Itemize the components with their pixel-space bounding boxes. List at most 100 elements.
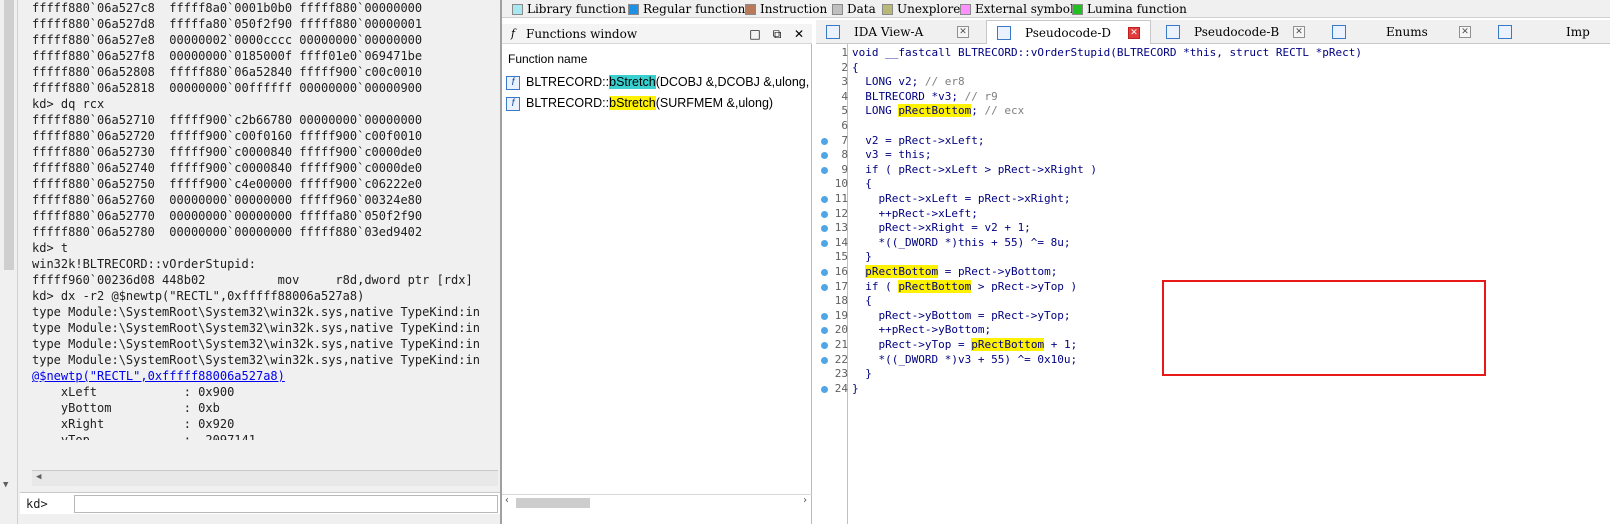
code-line[interactable]: 4 BLTRECORD *v3; // r9	[816, 90, 1610, 105]
breakpoint-dot-icon[interactable]	[821, 385, 828, 393]
breakpoint-dot-icon[interactable]	[821, 225, 828, 233]
breakpoint-dot-icon[interactable]	[821, 210, 828, 218]
legend-swatch	[512, 3, 523, 15]
function-prefix: BLTRECORD::	[526, 96, 610, 110]
tab-pseudocode-b[interactable]: Pseudocode-B ✕	[1156, 20, 1317, 44]
windbg-output-line: win32k!BLTRECORD::vOrderStupid:	[32, 257, 256, 271]
code-text: pRect->yTop = pRectBottom + 1;	[852, 338, 1078, 351]
tab-ida-view-a[interactable]: IDA View-A ✕	[816, 20, 981, 44]
tab-imp[interactable]: Imp	[1488, 20, 1610, 44]
windbg-command-bar: kd>	[20, 492, 500, 514]
breakpoint-dot-icon[interactable]	[821, 283, 828, 291]
function-suffix: (DCOBJ &,DCOBJ &,ulong,ulong	[655, 75, 810, 89]
windbg-link[interactable]: @$newtp("RECTL",0xfffff88006a527a8)	[32, 368, 498, 384]
code-line[interactable]: 2{	[816, 61, 1610, 76]
legend-item: Unexplored	[882, 0, 968, 18]
windbg-pane: ▼ fffff880`06a527c8 fffff8a0`0001b0b0 ff…	[0, 0, 500, 524]
line-number: 10	[834, 177, 848, 191]
code-line[interactable]: 3 LONG v2; // er8	[816, 75, 1610, 90]
code-line[interactable]: 24}	[816, 382, 1610, 397]
windbg-output-line: fffff880`06a527d8 fffffa80`050f2f90 ffff…	[32, 17, 423, 31]
windbg-output-line: type Module:\SystemRoot\System32\win32k.…	[32, 321, 480, 335]
legend-swatch	[628, 3, 639, 15]
code-line[interactable]: 8 v3 = this;	[816, 148, 1610, 163]
code-line[interactable]: 7 v2 = pRect->xLeft;	[816, 134, 1610, 149]
code-line[interactable]: 5 LONG pRectBottom; // ecx	[816, 104, 1610, 119]
legend-swatch	[1072, 3, 1083, 15]
tab-close-icon[interactable]: ✕	[1293, 26, 1305, 38]
scroll-thumb[interactable]	[516, 498, 590, 508]
tab-label: Enums	[1386, 25, 1428, 39]
column-header-function-name[interactable]: Function name	[508, 52, 587, 66]
highlighted-identifier[interactable]: pRectBottom	[865, 265, 939, 278]
highlighted-identifier[interactable]: pRectBottom	[898, 279, 972, 293]
code-line[interactable]: 11 pRect->xLeft = pRect->xRight;	[816, 192, 1610, 207]
tab-close-icon[interactable]: ✕	[957, 26, 969, 38]
code-line[interactable]: 16 pRectBottom = pRect->yBottom;	[816, 265, 1610, 280]
windbg-output-line: fffff880`06a527e8 00000002`0000cccc 0000…	[32, 33, 423, 47]
code-text: }	[852, 367, 872, 381]
line-number: 5	[841, 104, 848, 118]
function-row[interactable]: f BLTRECORD::bStretch(DCOBJ &,DCOBJ &,ulo…	[506, 72, 810, 92]
legend-item: Regular function	[628, 0, 745, 18]
scroll-right-arrow-icon[interactable]: ›	[802, 495, 808, 506]
windbg-output-line: fffff880`06a52730 fffff900`c0000840 ffff…	[32, 145, 423, 159]
windbg-horizontal-scrollbar[interactable]: ◀	[32, 470, 498, 486]
windbg-output-line: kd> dq rcx	[32, 97, 105, 111]
code-text: void __fastcall BLTRECORD::vOrderStupid(…	[852, 46, 1362, 59]
maximize-icon[interactable]: □	[748, 24, 762, 44]
line-number: 13	[834, 221, 848, 235]
pseudocode-view[interactable]: 1 void __fastcall BLTRECORD::vOrderStupid…	[816, 44, 1610, 524]
windbg-output-line: fffff880`06a52750 fffff900`c4e00000 ffff…	[32, 177, 423, 191]
code-text: ++pRect->xLeft;	[852, 206, 978, 220]
highlighted-identifier[interactable]: pRectBottom	[898, 104, 972, 118]
breakpoint-dot-icon[interactable]	[821, 269, 828, 276]
function-icon: f	[510, 27, 516, 40]
legend-label: Regular function	[643, 2, 746, 16]
code-line[interactable]: 6	[816, 119, 1610, 134]
tab-view-icon	[997, 26, 1011, 40]
breakpoint-dot-icon[interactable]	[821, 166, 828, 174]
tab-pseudocode-d[interactable]: Pseudocode-D ✕	[986, 20, 1151, 44]
scroll-down-arrow-icon[interactable]: ▼	[3, 480, 8, 490]
windbg-output-line: kd> t	[32, 241, 69, 255]
scroll-left-arrow-icon[interactable]: ◀	[36, 472, 41, 482]
breakpoint-dot-icon[interactable]	[821, 239, 828, 247]
line-number: 14	[834, 235, 848, 249]
breakpoint-dot-icon[interactable]	[821, 137, 828, 145]
functions-horizontal-scrollbar[interactable]: ‹ ›	[502, 494, 812, 510]
command-input[interactable]	[74, 495, 498, 513]
restore-icon[interactable]: ⧉	[770, 24, 784, 44]
function-row[interactable]: f BLTRECORD::bStretch(SURFMEM &,ulong)	[506, 93, 810, 113]
breakpoint-dot-icon[interactable]	[821, 196, 828, 203]
scroll-thumb[interactable]	[4, 0, 14, 270]
code-line[interactable]: 12 ++pRect->xLeft;	[816, 207, 1610, 222]
breakpoint-dot-icon[interactable]	[821, 342, 828, 349]
line-number: 9	[841, 162, 848, 176]
breakpoint-dot-icon[interactable]	[821, 327, 828, 335]
code-line[interactable]: 14 *((_DWORD *)this + 55) ^= 8u;	[816, 236, 1610, 251]
windbg-vertical-scrollbar[interactable]: ▼	[0, 0, 18, 524]
code-line[interactable]: 10 {	[816, 177, 1610, 192]
line-number: 12	[834, 206, 848, 220]
tab-close-icon[interactable]: ✕	[1459, 26, 1471, 38]
code-line[interactable]: 15 }	[816, 250, 1610, 265]
tab-enums[interactable]: Enums ✕	[1322, 20, 1483, 44]
code-line[interactable]: 1 void __fastcall BLTRECORD::vOrderStupid…	[816, 46, 1610, 61]
code-text: }	[852, 381, 859, 395]
breakpoint-dot-icon[interactable]	[821, 152, 828, 160]
code-line[interactable]: 9 if ( pRect->xLeft > pRect->xRight )	[816, 163, 1610, 178]
color-legend: Library function Regular function Instruct…	[502, 0, 1610, 18]
breakpoint-dot-icon[interactable]	[821, 356, 828, 364]
highlighted-identifier[interactable]: pRectBottom	[971, 338, 1045, 351]
scroll-left-arrow-icon[interactable]: ‹	[504, 495, 510, 506]
line-number: 11	[834, 192, 848, 205]
code-line[interactable]: 13 pRect->xRight = v2 + 1;	[816, 221, 1610, 236]
windbg-output-line: xRight : 0x920	[32, 417, 235, 431]
close-icon[interactable]: ✕	[792, 24, 806, 44]
view-tabs: IDA View-A ✕ Pseudocode-D ✕ Pseudocode-B ✕ Enu…	[816, 20, 1610, 44]
tab-close-icon[interactable]: ✕	[1128, 27, 1140, 39]
breakpoint-dot-icon[interactable]	[821, 312, 828, 320]
functions-window-title: Functions window	[526, 27, 638, 41]
line-number: 21	[834, 338, 848, 351]
